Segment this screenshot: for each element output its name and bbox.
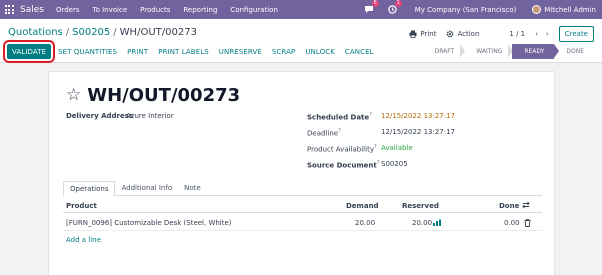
record-name: WH/OUT/00273 — [87, 85, 241, 106]
product-availability-label: Product Availability? — [307, 144, 377, 154]
top-navbar: Sales Orders To Invoice Products Reporti… — [0, 0, 602, 19]
row-done[interactable]: 0.00 — [504, 219, 520, 227]
column-product[interactable]: Product — [66, 202, 97, 210]
navbar-systray: 5 1 My Company (San Francisco) Mitchell … — [364, 0, 596, 19]
form-sheet: ☆ WH/OUT/00273 Delivery Address Azure In… — [48, 71, 555, 275]
print-icon — [409, 30, 417, 38]
messages-icon[interactable]: 5 — [364, 0, 379, 14]
delivery-address-label: Delivery Address — [66, 112, 134, 120]
unlock-button[interactable]: UNLOCK — [300, 44, 340, 59]
pager-value[interactable]: 1 / 1 — [509, 30, 525, 38]
deadline-label: Deadline? — [307, 128, 341, 138]
product-availability-field: Available — [381, 144, 413, 152]
notebook-tabs: Operations Additional Info Note — [63, 180, 542, 197]
tab-note[interactable]: Note — [178, 180, 207, 196]
breadcrumb-quotations[interactable]: Quotations — [8, 27, 63, 38]
print-menu[interactable]: Print — [409, 30, 436, 38]
unreserve-button[interactable]: UNRESERVE — [214, 44, 267, 59]
column-reserved[interactable]: Reserved — [402, 202, 439, 210]
menu-products[interactable]: Products — [140, 6, 170, 14]
add-a-line-link[interactable]: Add a line — [66, 236, 101, 244]
row-reserved[interactable]: 20.00 — [412, 219, 432, 227]
tab-operations[interactable]: Operations — [63, 181, 116, 197]
control-panel: Quotations / S00205/WH/OUT/00273 Print Act… — [0, 19, 602, 63]
action-menu-label: Action — [457, 30, 480, 38]
stage-waiting[interactable]: WAITING — [464, 44, 514, 59]
print-labels-button[interactable]: PRINT LABELS — [153, 44, 214, 59]
activities-icon[interactable]: 1 — [388, 0, 402, 14]
gear-icon — [447, 30, 454, 38]
breadcrumb: Quotations / S00205/WH/OUT/00273 — [8, 27, 197, 38]
record-title: ☆ WH/OUT/00273 — [66, 85, 240, 106]
source-document-field[interactable]: S00205 — [381, 160, 408, 168]
forecast-chart-icon[interactable] — [433, 219, 442, 228]
create-button[interactable]: Create — [558, 26, 594, 42]
source-document-label-text: Source Document — [307, 161, 377, 170]
table-header-divider — [63, 212, 542, 213]
stage-draft[interactable]: DRAFT — [423, 44, 465, 59]
scheduled-date-label: Scheduled Date? — [307, 112, 372, 122]
column-done[interactable]: Done — [499, 202, 519, 210]
column-demand[interactable]: Demand — [346, 202, 379, 210]
user-name: Mitchell Admin — [544, 5, 596, 14]
breadcrumb-current: WH/OUT/00273 — [119, 27, 197, 38]
status-bar: DRAFT WAITING READY DONE — [423, 44, 594, 59]
scheduled-date-field[interactable]: 12/15/2022 13:27:17 — [381, 112, 455, 120]
company-switcher[interactable]: My Company (San Francisco) — [415, 6, 516, 14]
set-quantities-button[interactable]: SET QUANTITIES — [53, 44, 122, 59]
star-icon[interactable]: ☆ — [66, 87, 81, 104]
apps-menu-icon[interactable] — [4, 5, 14, 15]
menu-to-invoice[interactable]: To Invoice — [93, 6, 128, 14]
activities-badge: 1 — [394, 0, 402, 7]
source-document-label: Source Document? — [307, 160, 380, 170]
product-availability-label-text: Product Availability — [307, 145, 374, 154]
messages-badge: 5 — [371, 0, 379, 7]
tab-additional-info[interactable]: Additional Info — [115, 180, 178, 196]
user-menu[interactable]: Mitchell Admin — [532, 5, 596, 14]
menu-configuration[interactable]: Configuration — [230, 6, 277, 14]
menu-orders[interactable]: Orders — [56, 6, 80, 14]
stage-done[interactable]: DONE — [554, 44, 594, 59]
form-action-buttons: VALIDATE SET QUANTITIES PRINT PRINT LABE… — [2, 40, 379, 63]
scheduled-date-label-text: Scheduled Date — [307, 113, 370, 122]
optional-columns-icon[interactable] — [522, 201, 530, 211]
scrap-button[interactable]: SCRAP — [267, 44, 300, 59]
pager-next-icon[interactable]: › — [546, 30, 549, 38]
main-menu: Orders To Invoice Products Reporting Con… — [56, 6, 278, 14]
table-row-divider — [63, 230, 542, 231]
pager-previous-icon[interactable]: ‹ — [535, 30, 538, 38]
trash-icon[interactable] — [524, 219, 531, 229]
breadcrumb-sale-order[interactable]: S00205 — [72, 27, 110, 38]
delivery-address-field[interactable]: Azure Interior — [126, 112, 174, 120]
action-menu[interactable]: Action — [446, 30, 479, 38]
deadline-field[interactable]: 12/15/2022 13:27:17 — [381, 128, 455, 136]
print-menu-label: Print — [420, 30, 437, 38]
row-product[interactable]: [FURN_0096] Customizable Desk (Steel, Wh… — [66, 219, 232, 227]
menu-reporting[interactable]: Reporting — [183, 6, 217, 14]
row-demand[interactable]: 20.00 — [355, 219, 375, 227]
control-panel-right: Print Action 1 / 1 ‹ › Create — [409, 26, 594, 42]
app-brand[interactable]: Sales — [20, 5, 44, 15]
cancel-button[interactable]: CANCEL — [340, 44, 379, 59]
stage-ready[interactable]: READY — [512, 44, 560, 59]
print-button[interactable]: PRINT — [122, 44, 153, 59]
avatar — [532, 5, 542, 14]
deadline-label-text: Deadline — [307, 129, 339, 138]
validate-button[interactable]: VALIDATE — [2, 40, 56, 63]
